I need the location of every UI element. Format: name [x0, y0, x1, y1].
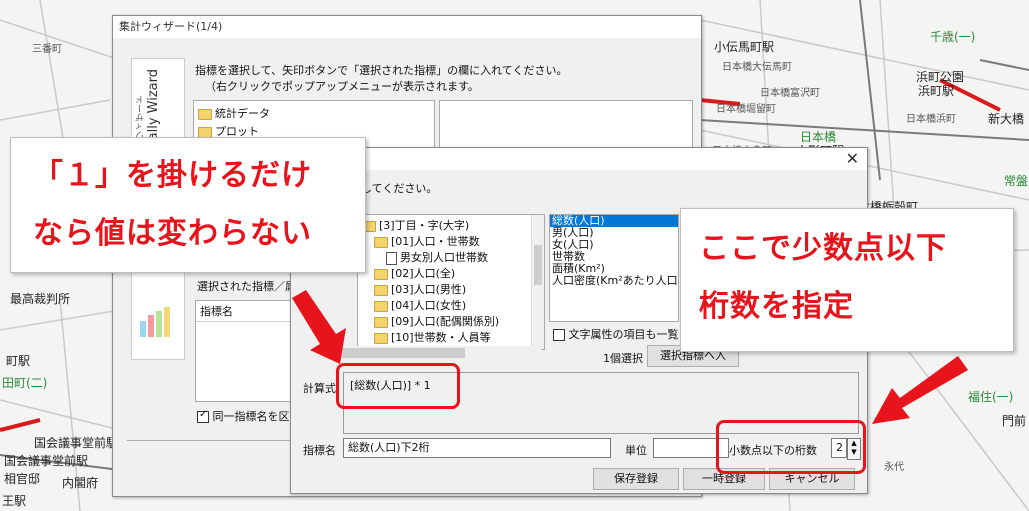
callout-right-line2: 桁数を指定 [699, 289, 854, 324]
arrow-left [292, 290, 346, 364]
callout-left-line2: なら値は変わらない [33, 216, 312, 251]
callout-right: ここで少数点以下 桁数を指定 [680, 208, 1014, 352]
callout-left: 「１」を掛けるだけ なら値は変わらない [10, 137, 366, 273]
callout-left-line1: 「１」を掛けるだけ [33, 158, 312, 193]
callout-right-line1: ここで少数点以下 [699, 231, 947, 266]
arrow-right [872, 356, 968, 424]
